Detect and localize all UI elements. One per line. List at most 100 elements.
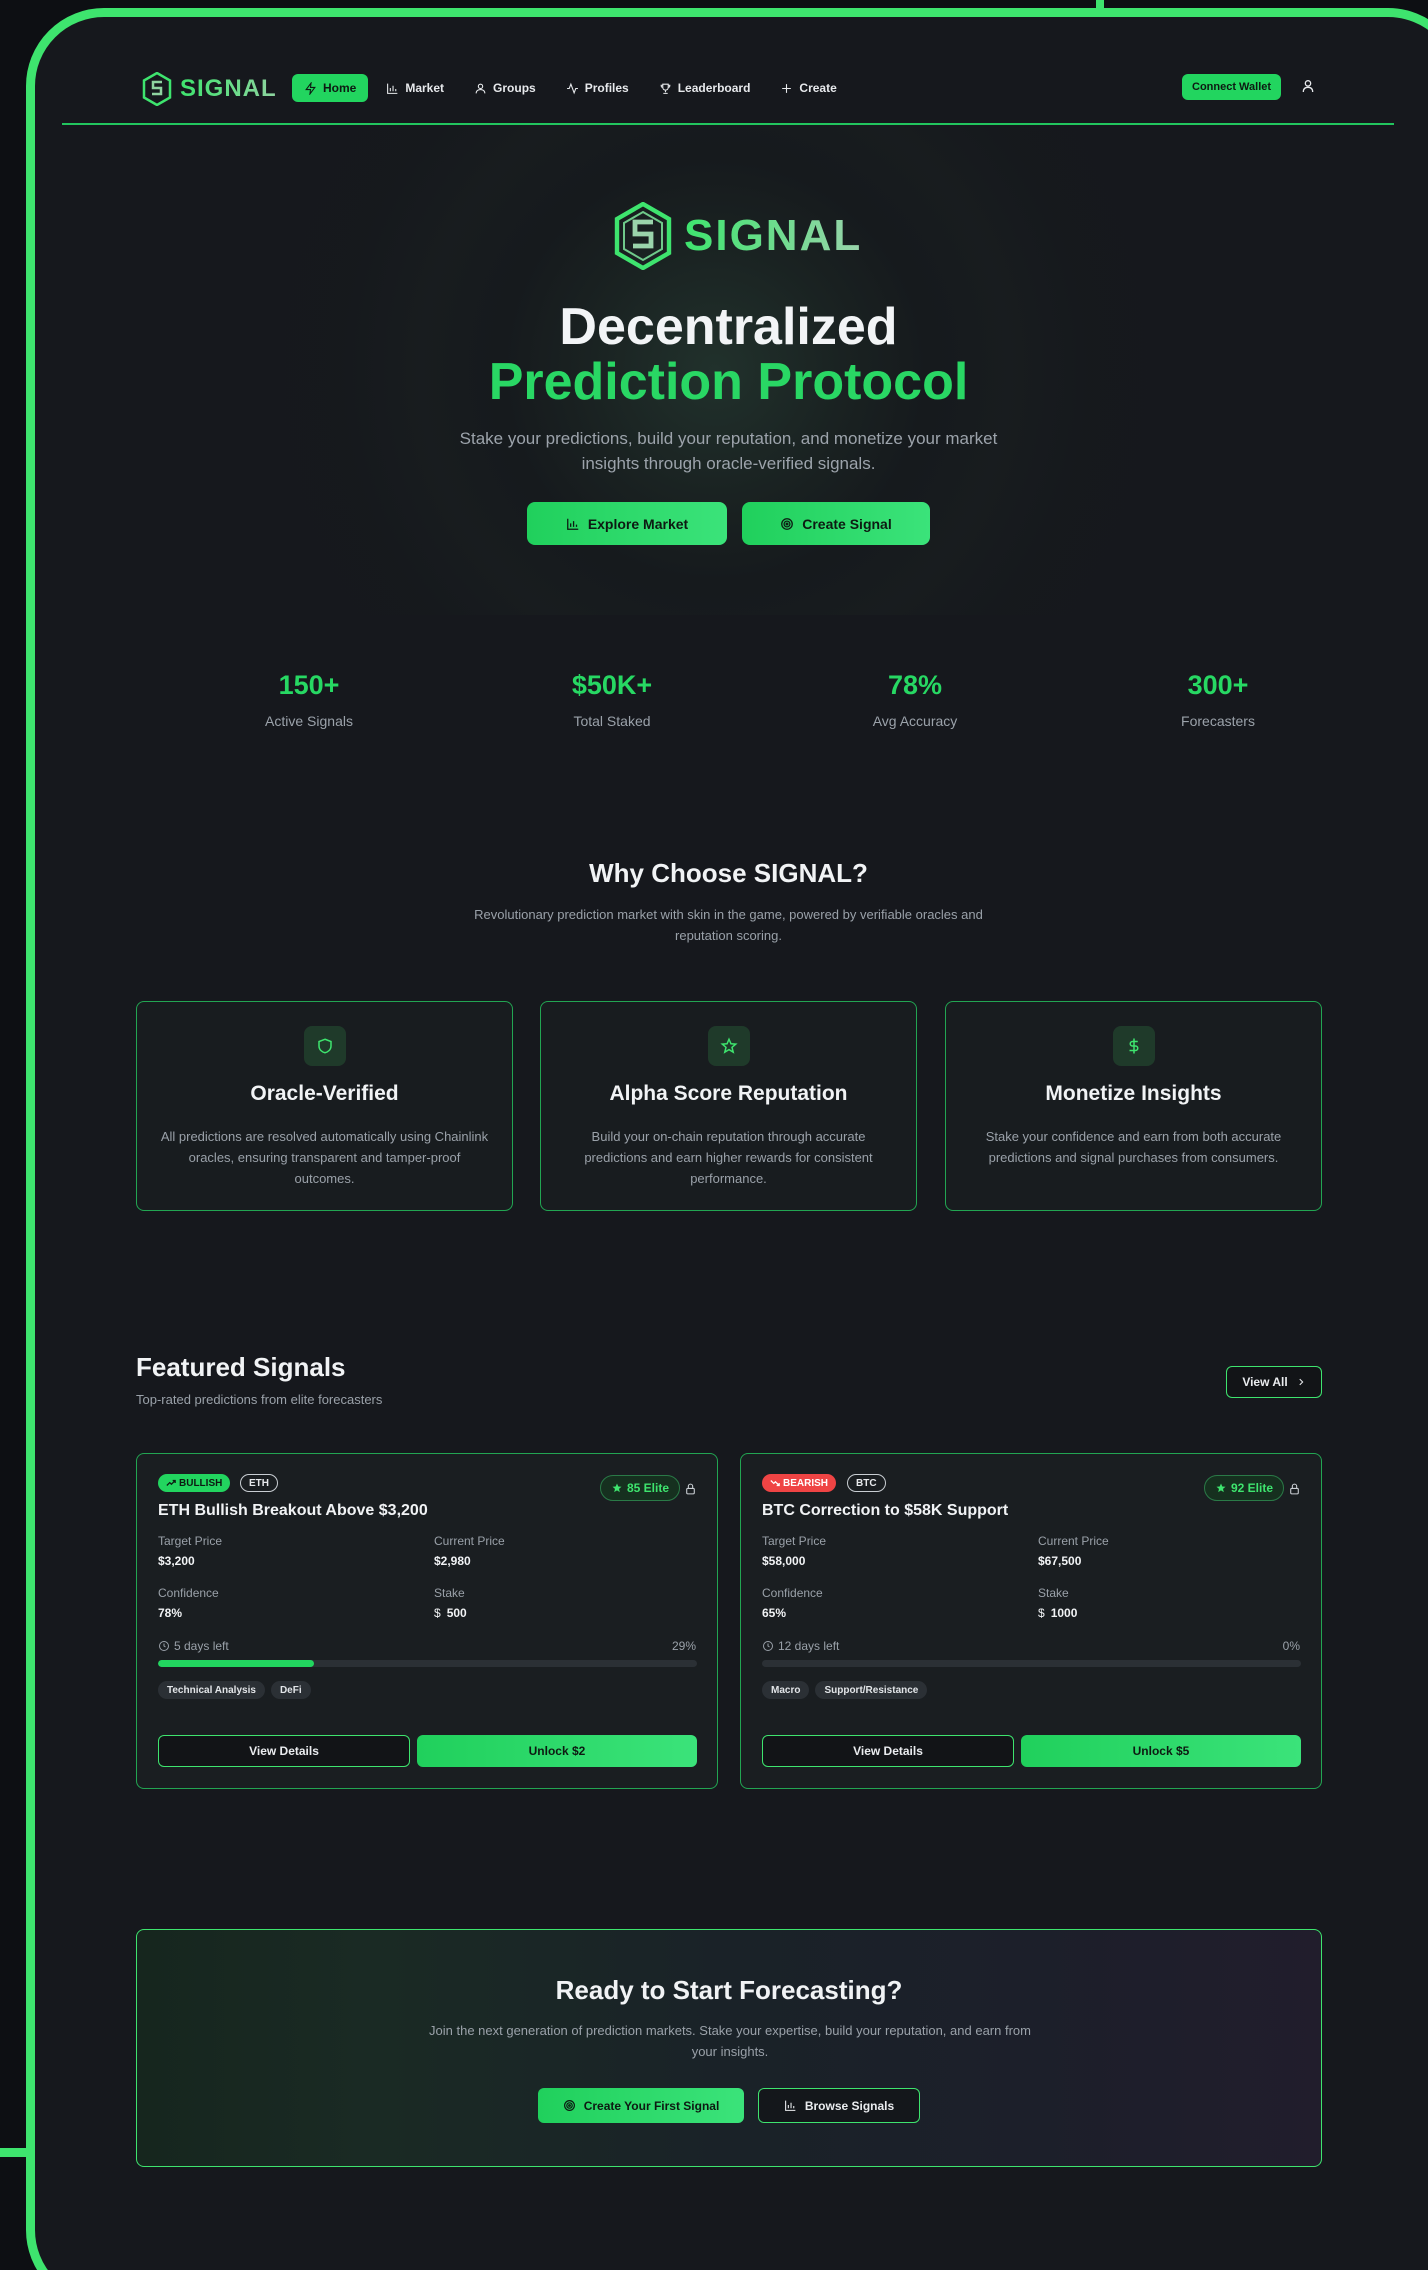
time-left-label: 12 days left xyxy=(778,1639,840,1653)
brand-name: SIGNAL xyxy=(180,75,277,102)
cta-title: Ready to Start Forecasting? xyxy=(555,1975,903,2005)
feature-title: Monetize Insights xyxy=(1045,1082,1222,1105)
create-first-signal-button[interactable]: Create Your First Signal xyxy=(538,2088,744,2123)
view-all-button[interactable]: View All xyxy=(1226,1366,1322,1398)
nav-market[interactable]: Market xyxy=(374,74,456,102)
feature-card-oracle: Oracle-Verified All predictions are reso… xyxy=(136,1001,513,1211)
stat-avg-accuracy: 78% Avg Accuracy xyxy=(815,670,1015,729)
signal-logo-icon xyxy=(142,72,172,106)
tag: Technical Analysis xyxy=(158,1681,265,1699)
explore-market-button[interactable]: Explore Market xyxy=(527,502,727,545)
elite-score: 92 Elite xyxy=(1231,1481,1274,1495)
progress-bar xyxy=(762,1660,1301,1667)
star-icon xyxy=(719,1037,738,1054)
brand-logo[interactable]: SIGNAL xyxy=(142,72,277,106)
view-all-label: View All xyxy=(1242,1375,1288,1389)
unlock-button[interactable]: Unlock $2 xyxy=(417,1735,697,1767)
elite-score: 85 Elite xyxy=(627,1481,670,1495)
nav-leaderboard[interactable]: Leaderboard xyxy=(647,74,763,102)
view-details-button[interactable]: View Details xyxy=(158,1735,410,1767)
confidence-label: Confidence xyxy=(158,1586,219,1600)
lock-icon xyxy=(686,1483,695,1495)
star-icon xyxy=(612,1483,622,1493)
nav-groups[interactable]: Groups xyxy=(462,74,548,102)
stake-label: Stake xyxy=(1038,1586,1069,1600)
hero-logo: SIGNAL xyxy=(612,202,862,270)
browse-signals-label: Browse Signals xyxy=(804,2098,895,2113)
clock-icon xyxy=(763,1641,773,1651)
tag-list: Macro Support/Resistance xyxy=(762,1681,928,1699)
explore-market-label: Explore Market xyxy=(587,515,689,532)
user-icon xyxy=(475,83,486,93)
current-label: Current Price xyxy=(1038,1534,1109,1548)
feature-card-monetize: Monetize Insights Stake your confidence … xyxy=(945,1001,1322,1211)
top-nav: SIGNAL Home Market Groups Profiles Leade… xyxy=(62,62,1394,125)
target-icon xyxy=(563,2100,575,2111)
account-icon[interactable] xyxy=(1300,78,1316,94)
create-signal-label: Create Signal xyxy=(802,515,892,532)
time-left: 12 days left xyxy=(762,1639,839,1653)
feature-icon-wrap xyxy=(303,1026,346,1066)
stat-label: Active Signals xyxy=(265,713,353,729)
dollar-icon: $ xyxy=(434,1606,441,1620)
why-title: Why Choose SIGNAL? xyxy=(589,858,868,888)
nav-create[interactable]: Create xyxy=(768,74,848,102)
bar-chart-icon xyxy=(566,518,579,530)
nav-home[interactable]: Home xyxy=(292,74,369,102)
browse-signals-button[interactable]: Browse Signals xyxy=(758,2088,920,2123)
cta-subtitle: Join the next generation of prediction m… xyxy=(429,2023,1031,2059)
stat-value: 150+ xyxy=(278,670,340,700)
tag: Macro xyxy=(762,1681,810,1699)
nav-profiles-label: Profiles xyxy=(584,81,629,95)
feature-title: Alpha Score Reputation xyxy=(609,1082,848,1105)
stat-label: Avg Accuracy xyxy=(872,713,958,729)
target-label: Target Price xyxy=(158,1534,223,1548)
feature-title: Oracle-Verified xyxy=(250,1082,399,1105)
connect-wallet-button[interactable]: Connect Wallet xyxy=(1182,74,1282,100)
stake-label: Stake xyxy=(434,1586,465,1600)
stat-label: Forecasters xyxy=(1181,713,1255,729)
signal-title: ETH Bullish Breakout Above $3,200 xyxy=(158,1502,428,1519)
feature-icon-wrap xyxy=(707,1026,750,1066)
direction-label: BULLISH xyxy=(179,1477,223,1489)
stat-value: 300+ xyxy=(1187,670,1249,700)
bar-chart-icon xyxy=(784,2100,796,2111)
featured-subtitle: Top-rated predictions from elite forecas… xyxy=(136,1392,383,1407)
hero-title: Decentralized xyxy=(559,298,898,356)
trend-up-icon xyxy=(166,1479,176,1486)
elite-badge: 92 Elite xyxy=(1204,1475,1285,1501)
view-details-button[interactable]: View Details xyxy=(762,1735,1014,1767)
nav-create-label: Create xyxy=(799,81,837,95)
stat-label: Total Staked xyxy=(573,713,651,729)
feature-desc: All predictions are resolved automatical… xyxy=(160,1129,489,1186)
time-left-label: 5 days left xyxy=(174,1639,229,1653)
nav-groups-label: Groups xyxy=(493,81,536,95)
target-icon xyxy=(781,517,794,530)
bar-chart-icon xyxy=(387,83,398,94)
tag: DeFi xyxy=(270,1681,311,1699)
stake-amount: 500 xyxy=(446,1606,467,1620)
direction-label: BEARISH xyxy=(783,1477,829,1489)
progress-fill xyxy=(158,1660,315,1667)
target-value: $58,000 xyxy=(762,1554,806,1568)
asset-badge: ETH xyxy=(240,1474,278,1492)
stake-value: $ 1000 xyxy=(1038,1606,1077,1620)
hero-logo-text: SIGNAL xyxy=(684,211,863,260)
stat-active-signals: 150+ Active Signals xyxy=(209,670,409,729)
dollar-icon xyxy=(1128,1038,1139,1054)
time-left: 5 days left xyxy=(158,1639,229,1653)
featured-title: Featured Signals xyxy=(136,1352,346,1382)
create-signal-button[interactable]: Create Signal xyxy=(742,502,930,545)
signal-card-btc[interactable]: BEARISH BTC 92 Elite BTC Correction to $… xyxy=(740,1453,1322,1789)
signal-title: BTC Correction to $58K Support xyxy=(762,1502,1009,1519)
unlock-button[interactable]: Unlock $5 xyxy=(1021,1735,1301,1767)
confidence-label: Confidence xyxy=(762,1586,823,1600)
nav-profiles[interactable]: Profiles xyxy=(554,74,641,102)
dollar-icon: $ xyxy=(1038,1606,1045,1620)
signal-card-eth[interactable]: BULLISH ETH 85 Elite ETH Bullish Breakou… xyxy=(136,1453,718,1789)
stat-total-staked: $50K+ Total Staked xyxy=(512,670,712,729)
current-value: $2,980 xyxy=(434,1554,471,1568)
lock-icon xyxy=(1290,1483,1299,1495)
why-subtitle: Revolutionary prediction market with ski… xyxy=(474,907,983,943)
trophy-icon xyxy=(660,83,671,94)
